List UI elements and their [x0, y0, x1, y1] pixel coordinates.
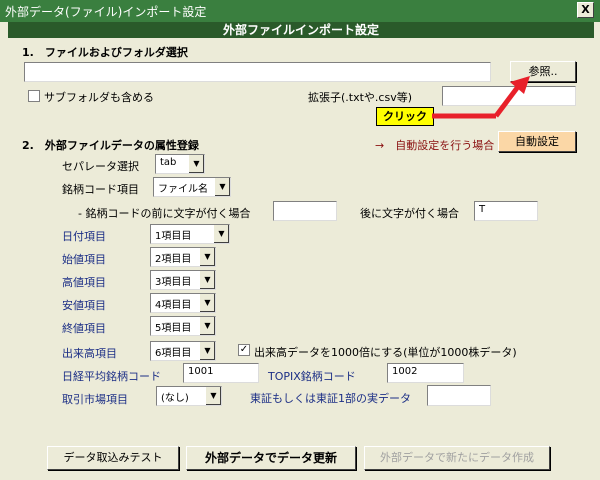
open-item-value: 2項目目: [155, 254, 192, 265]
update-with-external-data-button[interactable]: 外部データでデータ更新: [186, 446, 356, 470]
chevron-down-icon[interactable]: ▼: [205, 387, 221, 405]
close-button[interactable]: X: [577, 2, 594, 18]
volume-item-select[interactable]: 6項目目 ▼: [150, 341, 216, 361]
chevron-down-icon[interactable]: ▼: [199, 271, 215, 289]
folder-path-input[interactable]: [24, 62, 491, 82]
window-titlebar: 外部データ(ファイル)インポート設定 X: [0, 0, 600, 22]
auto-setting-button[interactable]: 自動設定: [498, 131, 576, 152]
subfolder-label: サブフォルダも含める: [44, 91, 154, 104]
high-item-label: 高値項目: [62, 276, 106, 289]
market-item-label: 取引市場項目: [62, 393, 128, 406]
topix-code-label: TOPIX銘柄コード: [268, 370, 356, 383]
suffix-label: 後に文字が付く場合: [360, 207, 459, 220]
market-item-value: (なし): [161, 393, 189, 404]
dialog-header: 外部ファイルインポート設定: [8, 22, 594, 38]
low-item-select[interactable]: 4項目目 ▼: [150, 293, 216, 313]
code-item-value: ファイル名: [158, 184, 208, 195]
chevron-down-icon[interactable]: ▼: [199, 342, 215, 360]
window-title: 外部データ(ファイル)インポート設定: [5, 5, 207, 19]
separator-select[interactable]: tab ▼: [155, 154, 205, 174]
create-new-data-button[interactable]: 外部データで新たにデータ作成: [364, 446, 550, 470]
date-item-label: 日付項目: [62, 230, 106, 243]
code-item-select[interactable]: ファイル名 ▼: [153, 177, 231, 197]
date-item-value: 1項目目: [155, 231, 192, 242]
open-item-select[interactable]: 2項目目 ▼: [150, 247, 216, 267]
tse-data-input[interactable]: [427, 385, 491, 406]
high-item-select[interactable]: 3項目目 ▼: [150, 270, 216, 290]
section2-title: 2. 外部ファイルデータの属性登録: [22, 139, 199, 152]
close-item-value: 5項目目: [155, 323, 192, 334]
volume-item-label: 出来高項目: [62, 347, 117, 360]
prefix-input[interactable]: [273, 201, 337, 221]
extension-label: 拡張子(.txtや.csv等): [308, 91, 413, 104]
tse-data-label: 東証もしくは東証1部の実データ: [250, 392, 411, 405]
chevron-down-icon[interactable]: ▼: [199, 294, 215, 312]
separator-label: セパレータ選択: [62, 160, 139, 173]
click-callout: クリック: [376, 107, 434, 126]
date-item-select[interactable]: 1項目目 ▼: [150, 224, 230, 244]
nikkei-code-input[interactable]: 1001: [183, 363, 259, 383]
chevron-down-icon[interactable]: ▼: [213, 225, 229, 243]
data-import-test-button[interactable]: データ取込みテスト: [47, 446, 179, 470]
close-item-label: 終値項目: [62, 322, 106, 335]
nikkei-code-label: 日経平均銘柄コード: [62, 370, 161, 383]
chevron-down-icon[interactable]: ▼: [214, 178, 230, 196]
prefix-label: - 銘柄コードの前に文字が付く場合: [78, 207, 251, 220]
suffix-input[interactable]: T: [474, 201, 538, 221]
code-item-label: 銘柄コード項目: [62, 183, 139, 196]
volume-x1000-label: 出来高データを1000倍にする(単位が1000株データ): [254, 346, 517, 359]
low-item-label: 安値項目: [62, 299, 106, 312]
auto-setting-hint: → 自動設定を行う場合: [375, 139, 495, 152]
close-item-select[interactable]: 5項目目 ▼: [150, 316, 216, 336]
chevron-down-icon[interactable]: ▼: [188, 155, 204, 173]
volume-item-value: 6項目目: [155, 348, 192, 359]
market-item-select[interactable]: (なし) ▼: [156, 386, 222, 406]
pointer-arrow-icon: [432, 76, 530, 119]
low-item-value: 4項目目: [155, 300, 192, 311]
chevron-down-icon[interactable]: ▼: [199, 317, 215, 335]
section1-title: 1. ファイルおよびフォルダ選択: [22, 46, 188, 59]
topix-code-input[interactable]: 1002: [387, 363, 464, 383]
chevron-down-icon[interactable]: ▼: [199, 248, 215, 266]
separator-value: tab: [160, 157, 177, 168]
subfolder-checkbox[interactable]: [28, 90, 40, 102]
open-item-label: 始値項目: [62, 253, 106, 266]
high-item-value: 3項目目: [155, 277, 192, 288]
volume-x1000-checkbox[interactable]: ✓: [238, 344, 250, 356]
